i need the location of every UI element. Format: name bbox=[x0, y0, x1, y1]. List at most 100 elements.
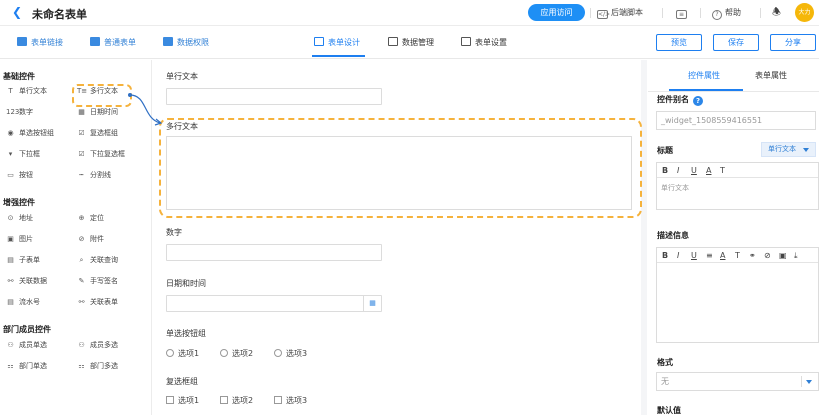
palette-item[interactable]: ✎ 手写签名 bbox=[77, 275, 118, 287]
tab-form-design[interactable]: 表单设计 bbox=[314, 36, 360, 50]
palette-item[interactable]: ▭ 按钮 bbox=[6, 169, 33, 181]
palette-item[interactable]: ▤ 子表单 bbox=[6, 254, 40, 266]
design-toolbar: 表单链接 普通表单 数据权限 表单设计 数据管理 表单设置 预览 保存 分享 bbox=[0, 27, 819, 59]
form-title[interactable]: 未命名表单 bbox=[32, 6, 87, 22]
control-type-icon: ▤ bbox=[7, 256, 14, 264]
palette-item[interactable]: ▣ 图片 bbox=[6, 233, 33, 245]
palette-item-label: 成员单选 bbox=[19, 341, 47, 349]
palette-item[interactable]: ⚯ 关联表单 bbox=[77, 296, 118, 308]
radio-option[interactable]: 选项3 bbox=[274, 349, 307, 359]
backend-script-button[interactable]: </>后端脚本 bbox=[597, 6, 643, 20]
alias-input[interactable]: _widget_1508559416551 bbox=[656, 111, 816, 130]
palette-item-label: 按钮 bbox=[19, 171, 33, 179]
palette-item[interactable]: ▦ 日期时间 bbox=[77, 106, 118, 118]
palette-item[interactable]: ☑ 下拉复选框 bbox=[77, 148, 125, 160]
title-type-dropdown[interactable]: 单行文本 bbox=[761, 142, 816, 157]
title-editor[interactable]: B I U A T 单行文本 bbox=[656, 162, 819, 210]
palette-item[interactable]: ⚇ 成员多选 bbox=[77, 339, 118, 351]
calendar-icon[interactable]: ▦ bbox=[363, 296, 381, 311]
settings-icon bbox=[461, 37, 471, 46]
link-icon[interactable]: ⚭ bbox=[749, 250, 756, 261]
palette-item[interactable]: ┅ 分割线 bbox=[77, 169, 111, 181]
palette-item[interactable]: ⌕ 关联查询 bbox=[77, 254, 118, 266]
question-icon[interactable]: ? bbox=[693, 96, 703, 106]
form-link-button[interactable]: 表单链接 bbox=[17, 36, 63, 50]
number-input[interactable] bbox=[166, 244, 382, 261]
share-button[interactable]: 分享 bbox=[770, 34, 816, 51]
active-tab-indicator bbox=[312, 55, 365, 57]
avatar[interactable]: 大力 bbox=[795, 3, 814, 22]
control-type-icon: ▭ bbox=[7, 171, 14, 179]
font-size-icon[interactable]: T bbox=[735, 250, 740, 261]
tab-form-props[interactable]: 表单属性 bbox=[755, 70, 787, 82]
palette-item-label: 单选按钮组 bbox=[19, 129, 54, 137]
datetime-input[interactable] bbox=[166, 295, 382, 312]
palette-item[interactable]: ⚏ 部门多选 bbox=[77, 360, 118, 372]
single-text-input[interactable] bbox=[166, 88, 382, 105]
back-arrow-icon[interactable]: ❮ bbox=[12, 6, 22, 18]
control-type-icon: ☑ bbox=[78, 129, 85, 137]
palette-item[interactable]: ☑ 复选框组 bbox=[77, 127, 118, 139]
radio-option[interactable]: 选项1 bbox=[166, 349, 199, 359]
checkbox-option[interactable]: 选项3 bbox=[274, 396, 307, 406]
tab-control-props[interactable]: 控件属性 bbox=[688, 70, 720, 82]
top-bar: ❮ 未命名表单 应用访问 </>后端脚本 ≡ ? 帮助 🕭 大力 bbox=[0, 0, 819, 26]
palette-item[interactable]: ⚯ 关联数据 bbox=[6, 275, 47, 287]
section-title-dept: 部门成员控件 bbox=[3, 325, 51, 334]
underline-icon[interactable]: U bbox=[691, 250, 697, 261]
tab-form-settings[interactable]: 表单设置 bbox=[461, 36, 507, 50]
preview-button[interactable]: 预览 bbox=[656, 34, 702, 51]
title-label: 标题 bbox=[657, 146, 673, 155]
palette-item-label: 关联表单 bbox=[90, 298, 118, 306]
normal-form-button[interactable]: 普通表单 bbox=[90, 36, 136, 50]
checkbox-option[interactable]: 选项2 bbox=[220, 396, 253, 406]
control-type-icon: ⊕ bbox=[78, 214, 85, 222]
bold-icon[interactable]: B bbox=[662, 165, 668, 176]
properties-panel: 控件属性 表单属性 控件别名? _widget_1508559416551 标题… bbox=[648, 60, 819, 415]
font-color-icon[interactable]: A bbox=[720, 250, 725, 261]
data-permission-button[interactable]: 数据权限 bbox=[163, 36, 209, 50]
editor-toolbar: B I U A T bbox=[657, 163, 818, 178]
underline-icon[interactable]: U bbox=[691, 165, 697, 176]
italic-icon[interactable]: I bbox=[677, 250, 679, 261]
download-icon[interactable]: ⤓ bbox=[794, 250, 798, 261]
edit-icon bbox=[314, 37, 324, 46]
control-type-icon: ⚏ bbox=[7, 362, 14, 370]
palette-item[interactable]: ◉ 单选按钮组 bbox=[6, 127, 54, 139]
grid-icon bbox=[388, 37, 398, 46]
unlink-icon[interactable]: ⊘ bbox=[764, 250, 771, 261]
help-button[interactable]: ? 帮助 bbox=[712, 6, 741, 20]
palette-item-label: 定位 bbox=[90, 214, 104, 222]
bell-icon[interactable]: 🕭 bbox=[772, 6, 781, 20]
palette-item[interactable]: ⊙ 地址 bbox=[6, 212, 33, 224]
palette-item-label: 关联数据 bbox=[19, 277, 47, 285]
palette-item-label: 下拉框 bbox=[19, 150, 40, 158]
format-select[interactable]: 无 bbox=[656, 372, 819, 391]
checkbox-icon bbox=[274, 396, 282, 404]
desc-editor[interactable]: B I U ≡ A T ⚭ ⊘ ▣ ⤓ bbox=[656, 247, 819, 343]
palette-item[interactable]: ⚏ 部门单选 bbox=[6, 360, 47, 372]
drag-source-highlight bbox=[72, 84, 132, 107]
palette-item[interactable]: ⊕ 定位 bbox=[77, 212, 104, 224]
app-visit-button[interactable]: 应用访问 bbox=[528, 4, 585, 21]
palette-item[interactable]: ⚇ 成员单选 bbox=[6, 339, 47, 351]
palette-item[interactable]: T 单行文本 bbox=[6, 85, 47, 97]
image-icon[interactable]: ▣ bbox=[779, 250, 787, 261]
font-size-icon[interactable]: T bbox=[720, 165, 725, 176]
control-type-icon: ⊘ bbox=[78, 235, 85, 243]
align-icon[interactable]: ≡ bbox=[706, 250, 713, 261]
palette-item[interactable]: ⊘ 附件 bbox=[77, 233, 104, 245]
tab-data-manage[interactable]: 数据管理 bbox=[388, 36, 434, 50]
save-button[interactable]: 保存 bbox=[713, 34, 759, 51]
checkbox-option[interactable]: 选项1 bbox=[166, 396, 199, 406]
export-button[interactable]: ≡ bbox=[676, 6, 690, 20]
divider bbox=[590, 8, 591, 18]
editor-toolbar: B I U ≡ A T ⚭ ⊘ ▣ ⤓ bbox=[657, 248, 818, 263]
palette-item[interactable]: 123数字 bbox=[6, 106, 33, 118]
italic-icon[interactable]: I bbox=[677, 165, 679, 176]
radio-option[interactable]: 选项2 bbox=[220, 349, 253, 359]
bold-icon[interactable]: B bbox=[662, 250, 668, 261]
palette-item[interactable]: ▾ 下拉框 bbox=[6, 148, 40, 160]
font-color-icon[interactable]: A bbox=[706, 165, 711, 176]
palette-item[interactable]: ▤ 流水号 bbox=[6, 296, 40, 308]
